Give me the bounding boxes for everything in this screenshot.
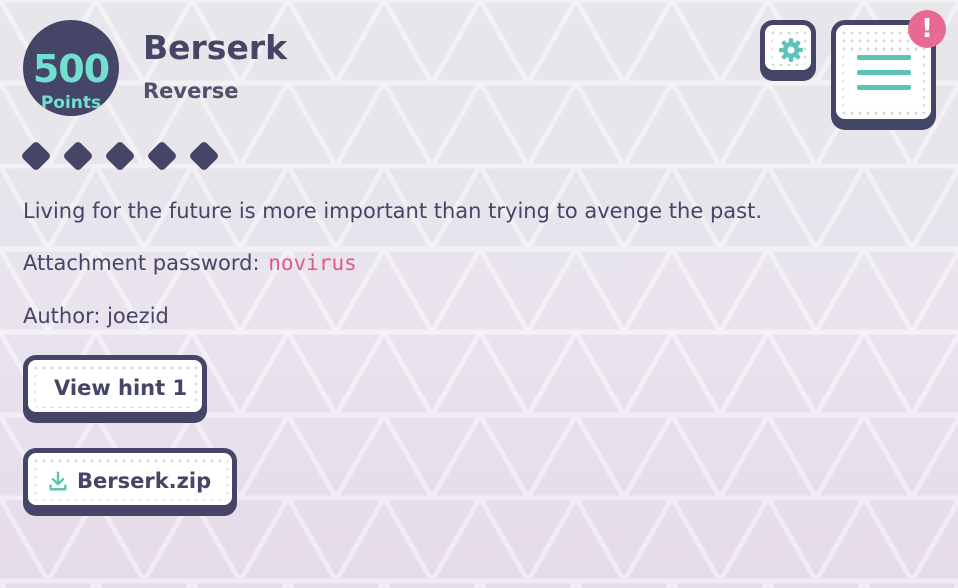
challenge-title: Berserk [143,28,288,67]
hamburger-menu-icon [857,55,911,60]
difficulty-diamond-icon [188,140,220,172]
points-label: Points [40,93,102,113]
points-badge: 500 Points [23,20,119,116]
challenge-author: Author: joezid [23,304,169,328]
download-icon [49,471,67,491]
view-hint-label: View hint 1 [54,376,188,400]
settings-button[interactable] [760,20,816,75]
view-hint-button[interactable]: View hint 1 [23,355,207,417]
points-value: 500 [32,47,110,91]
alert-icon: ! [908,10,946,48]
difficulty-diamond-icon [62,140,94,172]
challenge-description: Living for the future is more important … [23,199,762,223]
password-value: novirus [268,251,357,275]
difficulty-diamond-icon [104,140,136,172]
challenge-card: 500 Points Berserk Reverse Living for th… [0,0,958,588]
gear-icon [779,38,803,62]
challenge-category: Reverse [143,79,239,103]
attachment-filename: Berserk.zip [77,469,212,493]
difficulty-diamond-icon [146,140,178,172]
difficulty-diamond-icon [20,140,52,172]
password-label: Attachment password: [23,251,260,275]
attachment-password: Attachment password: novirus [23,248,357,278]
difficulty-rating [20,140,220,172]
attachment-download-button[interactable]: Berserk.zip [23,448,237,510]
